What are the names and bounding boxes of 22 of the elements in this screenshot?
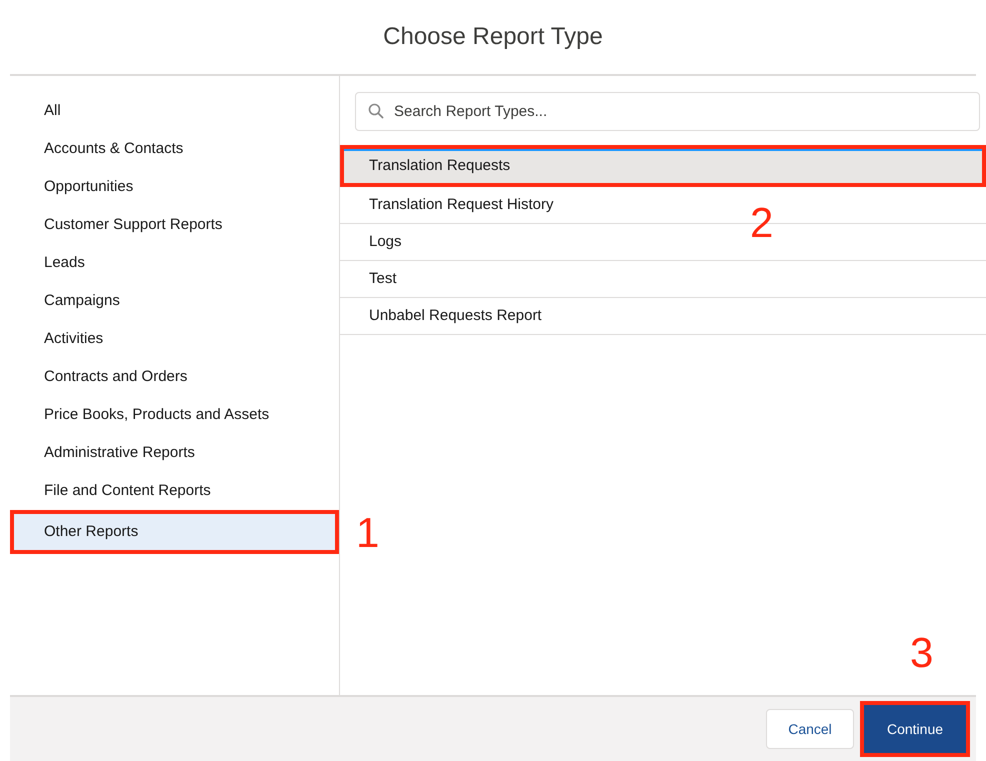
category-item[interactable]: Leads xyxy=(10,244,339,282)
annotation-number: 3 xyxy=(910,632,934,674)
dialog-title: Choose Report Type xyxy=(383,22,603,52)
category-item[interactable]: Administrative Reports xyxy=(10,434,339,472)
dialog-button[interactable]: Continue xyxy=(860,701,970,757)
category-item[interactable]: File and Content Reports xyxy=(10,472,339,510)
category-item[interactable]: Customer Support Reports xyxy=(10,206,339,244)
category-item[interactable]: Other Reports xyxy=(10,510,339,554)
category-item[interactable]: Contracts and Orders xyxy=(10,358,339,396)
dialog-button[interactable]: Cancel xyxy=(766,709,854,749)
report-type-row[interactable]: Unbabel Requests Report xyxy=(340,298,986,335)
report-type-row[interactable]: Translation Requests xyxy=(340,145,986,187)
category-item[interactable]: Accounts & Contacts xyxy=(10,130,339,168)
annotation-number: 1 xyxy=(356,512,380,554)
report-type-row[interactable]: Test xyxy=(340,261,986,298)
search-icon xyxy=(368,103,384,119)
category-item[interactable]: Campaigns xyxy=(10,282,339,320)
category-item[interactable]: Activities xyxy=(10,320,339,358)
category-item[interactable]: All xyxy=(10,92,339,130)
category-item[interactable]: Opportunities xyxy=(10,168,339,206)
category-item[interactable]: Price Books, Products and Assets xyxy=(10,396,339,434)
search-field[interactable]: Search Report Types... xyxy=(355,92,980,131)
